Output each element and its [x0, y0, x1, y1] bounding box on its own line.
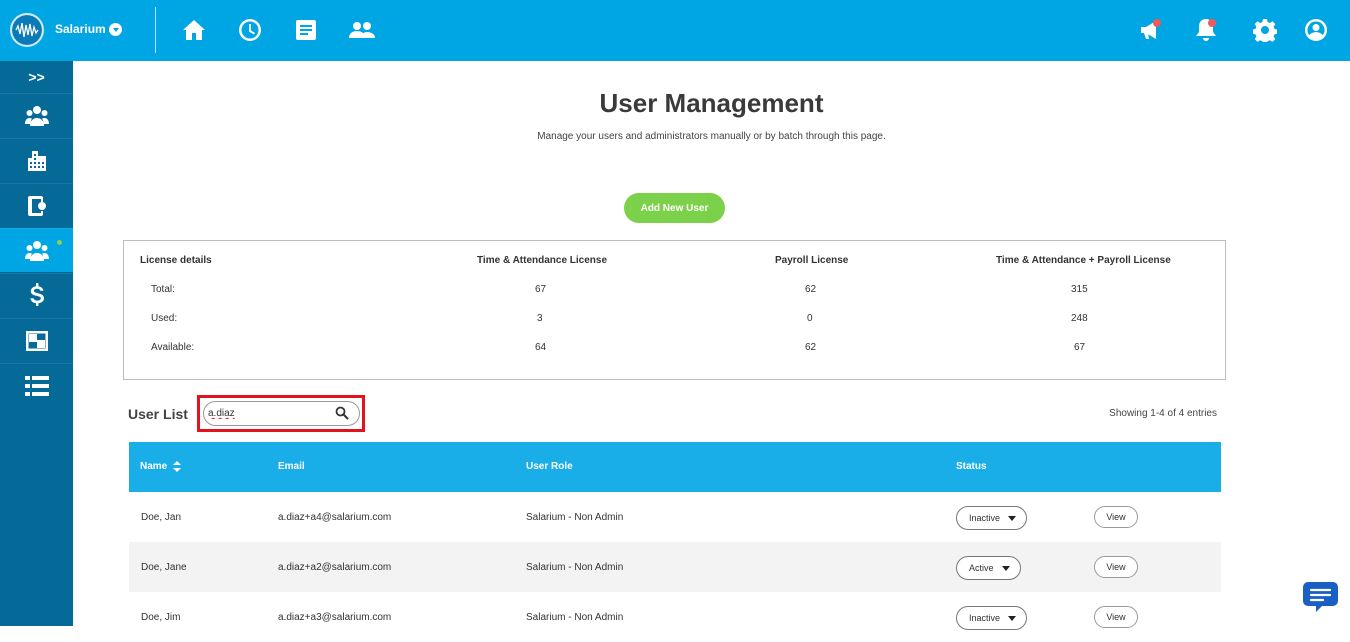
column-header-name-label: Name: [140, 461, 168, 473]
view-button[interactable]: View: [1094, 606, 1138, 628]
table-row: Doe, Jan a.diaz+a4@salarium.com Salarium…: [129, 492, 1221, 542]
user-email: a.diaz+a4@salarium.com: [278, 512, 392, 523]
license-row-label: Total:: [151, 284, 175, 295]
user-role: Salarium - Non Admin: [526, 512, 624, 523]
logo-waveform-icon: [12, 15, 42, 45]
reports-icon: [25, 330, 48, 351]
license-details-panel: License details Time & Attendance Licens…: [123, 240, 1226, 380]
company-name[interactable]: Salarium: [55, 22, 106, 36]
column-header-name[interactable]: Name: [140, 461, 182, 473]
sidebar-item-payroll[interactable]: [0, 273, 73, 317]
chevron-down-icon: [1001, 565, 1010, 571]
sidebar-item-devices[interactable]: [0, 183, 73, 227]
status-dropdown[interactable]: Inactive: [956, 606, 1028, 630]
document-icon[interactable]: [293, 17, 319, 43]
license-value: 62: [805, 284, 817, 295]
company-icon: [27, 150, 46, 171]
gear-icon[interactable]: [1252, 17, 1278, 43]
user-role: Salarium - Non Admin: [526, 562, 624, 573]
user-name: Doe, Jane: [141, 562, 187, 573]
chevron-down-icon: [1008, 515, 1017, 521]
license-header-payroll: Payroll License: [775, 255, 849, 266]
view-button[interactable]: View: [1094, 506, 1138, 528]
status-dropdown[interactable]: Inactive: [956, 506, 1028, 530]
license-row-label: Available:: [151, 342, 195, 353]
payroll-icon: [29, 282, 44, 306]
user-name: Doe, Jim: [141, 612, 181, 623]
list-icon: [24, 375, 49, 396]
table-row: Doe, Jim a.diaz+a3@salarium.com Salarium…: [129, 592, 1221, 642]
sidebar-item-user-management[interactable]: [0, 228, 73, 272]
sidebar-item-company[interactable]: [0, 138, 73, 182]
license-row-label: Used:: [151, 313, 178, 324]
device-icon: [27, 195, 46, 216]
people-icon[interactable]: [349, 17, 375, 43]
company-dropdown-icon[interactable]: [109, 23, 122, 36]
user-role: Salarium - Non Admin: [526, 612, 624, 623]
user-email: a.diaz+a3@salarium.com: [278, 612, 392, 623]
column-header-email: Email: [278, 461, 305, 472]
status-value: Inactive: [969, 613, 1001, 623]
license-value: 0: [807, 313, 813, 324]
user-email: a.diaz+a2@salarium.com: [278, 562, 392, 573]
add-new-user-button[interactable]: Add New User: [624, 193, 725, 223]
top-bar: Salarium: [0, 0, 1350, 61]
employees-icon: [24, 105, 49, 126]
notification-badge: [1208, 19, 1216, 27]
search-icon[interactable]: [335, 406, 349, 420]
page-title: User Management: [599, 88, 824, 118]
user-management-icon: [24, 240, 49, 261]
sidebar-item-list[interactable]: [0, 363, 73, 407]
status-value: Active: [969, 563, 994, 573]
column-header-status: Status: [956, 461, 987, 472]
license-value: 315: [1071, 284, 1088, 295]
view-button[interactable]: View: [1094, 556, 1138, 578]
license-header-ta: Time & Attendance License: [477, 255, 608, 266]
status-value: Inactive: [969, 513, 1001, 523]
sidebar-item-reports[interactable]: [0, 318, 73, 362]
top-divider: [155, 7, 156, 53]
sidebar-item-employees[interactable]: [0, 93, 73, 137]
license-header-combined: Time & Attendance + Payroll License: [996, 255, 1171, 266]
user-list-label: User List: [128, 406, 188, 422]
announcement-badge: [1153, 19, 1161, 27]
license-value: 248: [1071, 313, 1088, 324]
page-subtitle: Manage your users and administrators man…: [537, 131, 886, 142]
license-value: 67: [1074, 342, 1086, 353]
search-input[interactable]: [208, 405, 328, 422]
status-dropdown[interactable]: Active: [956, 556, 1021, 580]
license-value: 62: [805, 342, 817, 353]
company-logo[interactable]: [10, 13, 44, 47]
chat-icon[interactable]: [1302, 580, 1339, 613]
license-value: 3: [537, 313, 543, 324]
chevron-down-icon: [1008, 615, 1017, 621]
table-row: Doe, Jane a.diaz+a2@salarium.com Salariu…: [129, 542, 1221, 592]
license-value: 64: [535, 342, 547, 353]
clock-icon[interactable]: [237, 17, 263, 43]
sort-icon[interactable]: [173, 461, 182, 472]
account-icon[interactable]: [1303, 17, 1329, 43]
home-icon[interactable]: [181, 17, 207, 43]
entries-count: Showing 1-4 of 4 entries: [1109, 408, 1217, 419]
license-header-details: License details: [140, 255, 212, 266]
sidebar-expand-button[interactable]: >>: [0, 61, 73, 93]
user-table-header: Name Email User Role Status: [129, 442, 1221, 492]
active-indicator: [57, 240, 62, 245]
user-name: Doe, Jan: [141, 512, 182, 523]
column-header-role: User Role: [526, 461, 573, 472]
sidebar: >>: [0, 61, 73, 626]
license-value: 67: [535, 284, 547, 295]
